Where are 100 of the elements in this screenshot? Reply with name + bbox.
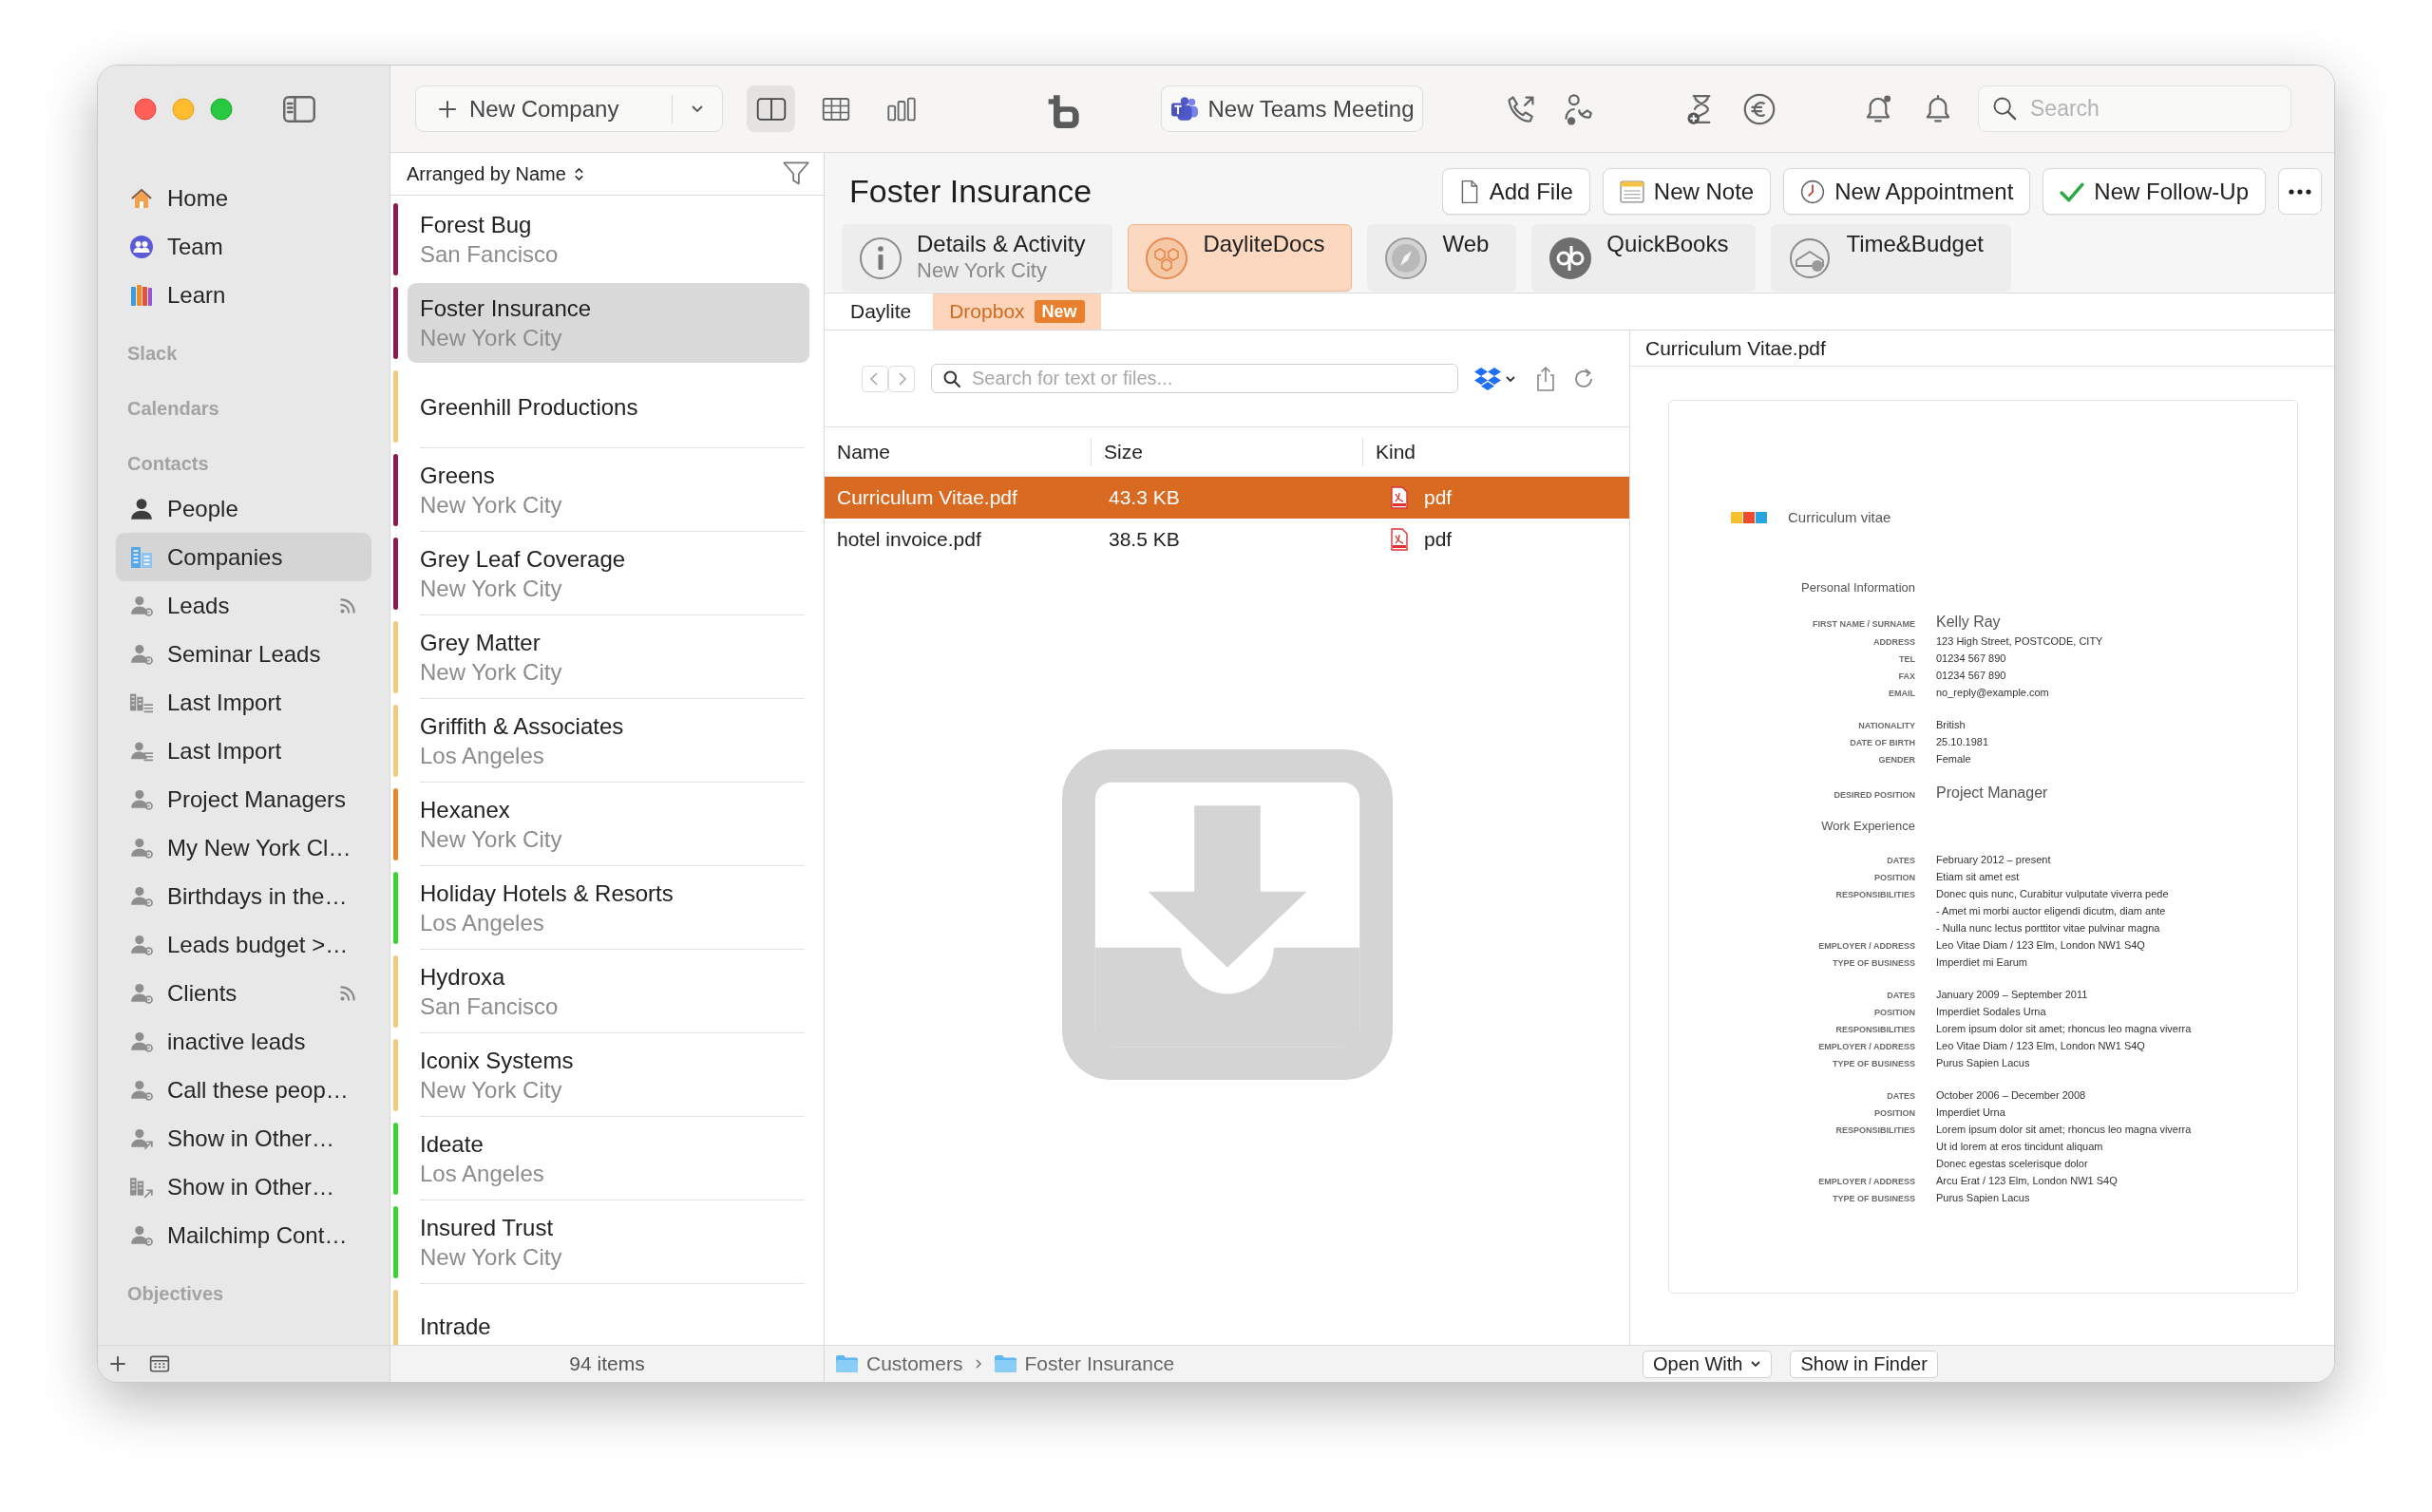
company-item[interactable]: Forest Bug San Fancisco [408,199,809,279]
section-heading: Calendars [126,397,220,421]
books-icon [129,282,154,308]
sidebar-item[interactable]: Home [116,174,371,222]
breadcrumb-item[interactable]: Customers [835,1349,963,1379]
search-field[interactable]: Search [1978,85,2291,132]
company-item[interactable]: Foster Insurance New York City [408,283,809,363]
teams-meeting-button[interactable]: New Teams Meeting [1161,85,1423,132]
filter-icon[interactable] [782,161,810,187]
field-label: EMPLOYER / ADDRESS [1817,939,1915,953]
sort-button[interactable]: Arranged by Name [407,160,584,188]
sidebar-item[interactable]: Last Import [116,678,371,727]
company-item[interactable]: Ideate Los Angeles [408,1119,809,1199]
field-label: DATES [1886,989,1915,1002]
column-header[interactable]: Size [1092,437,1363,466]
field-label: TYPE OF BUSINESS [1831,1192,1915,1205]
euro-icon[interactable] [1742,91,1776,126]
compass-icon [1383,235,1430,281]
field-value: British [1936,718,1966,732]
field-value: Female [1936,752,1971,766]
quickbooks-icon [1548,235,1594,281]
tab[interactable]: Time&Budget [1771,224,2011,292]
field-value: Donec quis nunc, Curabitur vulputate viverra pede [1936,886,2169,901]
company-item[interactable]: Griffith & Associates Los Angeles [408,701,809,781]
action-button[interactable]: New Appointment [1783,168,2031,215]
teams-icon [1169,95,1199,123]
sidebar-item[interactable]: Team [116,222,371,271]
company-item[interactable]: Greens New York City [408,450,809,530]
field-label: DATES [1886,854,1915,867]
field-value: - Nulla nunc lectus porttitor vitae pulvinar magna [1936,920,2161,936]
company-item[interactable]: Insured Trust New York City [408,1202,809,1282]
company-item[interactable]: Grey Leaf Coverage New York City [408,534,809,614]
field-value: Imperdiet Sodales Urna [1936,1004,2046,1019]
note-icon [1619,180,1644,203]
table-cell-text: pdf [1424,485,1453,511]
field-label: TEL [1898,653,1915,666]
field-label: FAX [1897,671,1915,683]
sidebar-item[interactable]: Call these peop… [116,1066,371,1114]
split-button[interactable]: New Company [415,85,723,132]
sidebar-item[interactable]: Mailchimp Cont… [116,1211,371,1259]
preview-button[interactable]: Show in Finder [1790,1350,1938,1378]
action-button[interactable]: New Note [1602,168,1772,215]
more-button[interactable] [2278,168,2322,215]
sidebar-item[interactable]: inactive leads [116,1017,371,1066]
sidebar-item[interactable]: Leads [116,581,371,630]
action-button[interactable]: Add File [1441,168,1590,215]
dropbox-menu-button[interactable] [1473,366,1516,391]
sidebar-toggle-icon[interactable] [282,95,316,123]
company-item[interactable]: Hexanex New York City [408,784,809,864]
company-item[interactable]: Hydroxa San Fancisco [408,952,809,1031]
company-item[interactable]: Greenhill Productions [408,367,809,446]
sidebar-item[interactable]: Last Import [116,727,371,775]
calendar-icon[interactable] [149,1354,170,1373]
file-row[interactable]: hotel invoice.pdf 38.5 KB pdf [825,519,1629,560]
sidebar-item[interactable]: Show in Other… [116,1162,371,1211]
field-label: TYPE OF BUSINESS [1831,1057,1915,1070]
share-icon[interactable] [1535,365,1556,392]
field-value: Purus Sapien Lacus [1936,1055,2030,1070]
preview-button[interactable]: Open With [1643,1350,1773,1378]
sidebar-item[interactable]: Learn [116,271,371,319]
company-item[interactable]: Intrade [408,1286,809,1345]
subtab[interactable]: Daylite [834,293,928,330]
tab[interactable]: DayliteDocs [1128,224,1353,292]
search-field[interactable]: Search for text or files... [931,364,1458,393]
more-icon [2289,188,2311,195]
sidebar-item[interactable]: Leads budget >… [116,920,371,969]
sidebar-item[interactable]: Birthdays in the… [116,872,371,920]
add-icon[interactable] [107,1353,128,1374]
section-heading: Slack [126,342,179,366]
new-company-button[interactable]: New Company [416,86,672,131]
company-item[interactable]: Holiday Hotels & Resorts Los Angeles [408,868,809,948]
sidebar-item[interactable]: Show in Other… [116,1114,371,1162]
field-value: 01234 567 890 [1936,652,2006,666]
field-value: Leo Vitae Diam / 123 Elm, London NW1 S4Q [1936,1038,2145,1053]
field-value: 25.10.1981 [1936,735,1989,749]
sidebar-item[interactable]: Companies [116,533,371,581]
column-header[interactable]: Kind [1363,437,1629,466]
action-button[interactable]: New Follow-Up [2042,168,2266,215]
company-item[interactable]: Iconix Systems New York City [408,1035,809,1115]
company-item[interactable]: Grey Matter New York City [408,617,809,697]
sidebar-item[interactable]: Project Managers [116,775,371,823]
tab[interactable]: Details & Activity New York City [842,224,1113,292]
clock-icon [1800,179,1826,204]
field-value: Kelly Ray [1936,613,2001,632]
tab[interactable]: Web [1367,224,1517,292]
sidebar-item[interactable]: My New York Cl… [116,823,371,872]
breadcrumb-item[interactable]: Foster Insurance [993,1349,1175,1379]
field-value: Donec egestas scelerisque dolor [1936,1156,2089,1171]
tab[interactable]: QuickBooks [1531,224,1757,292]
chevron-updown-icon [573,165,584,182]
field-label: RESPONSIBILITIES [1834,888,1915,901]
field-label: POSITION [1873,871,1915,884]
table-cell-text: Curriculum Vitae.pdf [836,485,1018,511]
field-label: POSITION [1873,1106,1915,1120]
column-header[interactable]: Name [825,437,1092,466]
close-button[interactable] [134,98,157,121]
sidebar-item[interactable]: Clients [116,969,371,1017]
sidebar-item[interactable]: Seminar Leads [116,630,371,678]
sidebar-item[interactable]: People [116,484,371,533]
split-view-button[interactable] [747,85,795,132]
